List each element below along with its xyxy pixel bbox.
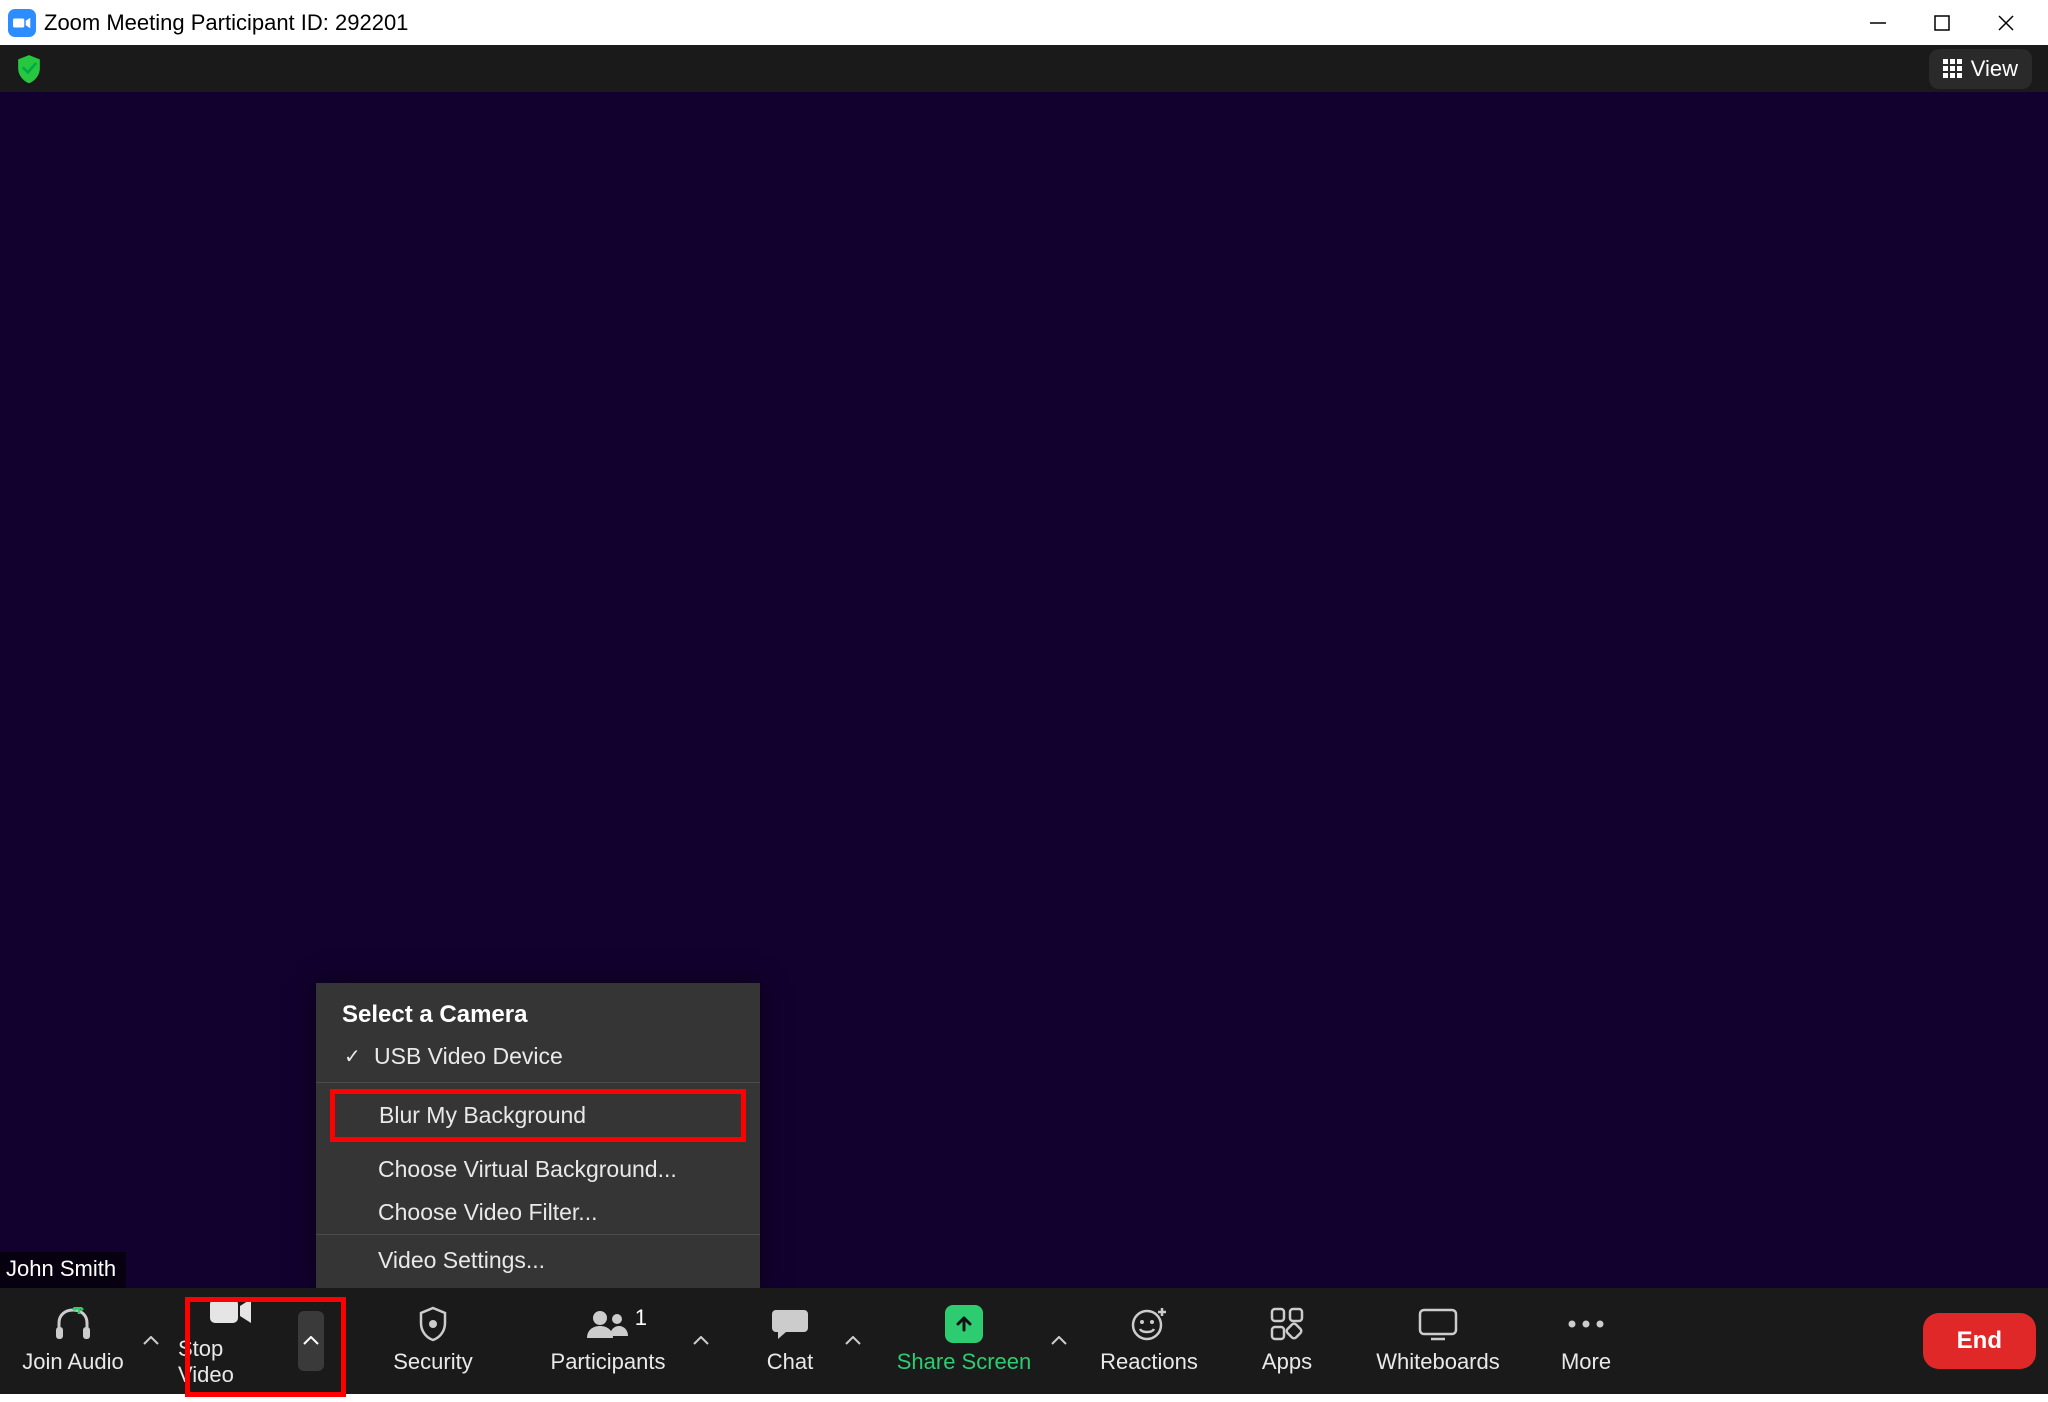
apps-button[interactable]: Apps xyxy=(1232,1288,1342,1394)
video-options-caret[interactable] xyxy=(298,1311,324,1371)
menu-item-video-filter[interactable]: Choose Video Filter... xyxy=(316,1191,760,1234)
participants-options-caret[interactable] xyxy=(688,1311,714,1371)
tooltip-stub xyxy=(373,1394,552,1402)
video-options-menu: Select a Camera USB Video Device Blur My… xyxy=(316,983,760,1288)
chat-label: Chat xyxy=(767,1349,813,1375)
whiteboard-icon xyxy=(1417,1307,1459,1341)
view-button[interactable]: View xyxy=(1929,49,2032,89)
menu-divider xyxy=(316,1082,760,1083)
headphones-icon xyxy=(53,1307,93,1341)
participants-count: 1 xyxy=(635,1305,647,1331)
menu-item-blur-background[interactable]: Blur My Background xyxy=(335,1094,741,1137)
window-title: Zoom Meeting Participant ID: 292201 xyxy=(44,10,408,36)
video-camera-icon xyxy=(209,1294,253,1328)
menu-item-virtual-background[interactable]: Choose Virtual Background... xyxy=(316,1148,760,1191)
app-topbar: View xyxy=(0,45,2048,92)
chat-bubble-icon xyxy=(771,1307,809,1341)
join-audio-label: Join Audio xyxy=(22,1349,124,1375)
video-canvas: John Smith Select a Camera USB Video Dev… xyxy=(0,92,2048,1288)
end-label: End xyxy=(1957,1327,2002,1354)
participants-button[interactable]: 1 Participants xyxy=(528,1288,688,1394)
whiteboards-button[interactable]: Whiteboards xyxy=(1358,1288,1518,1394)
participants-label: Participants xyxy=(551,1349,666,1375)
chat-options-caret[interactable] xyxy=(840,1311,866,1371)
reactions-button[interactable]: Reactions xyxy=(1082,1288,1216,1394)
apps-icon xyxy=(1270,1307,1304,1341)
menu-header-camera: Select a Camera xyxy=(316,987,760,1035)
participants-icon: 1 xyxy=(583,1307,633,1341)
chat-button[interactable]: Chat xyxy=(740,1288,840,1394)
share-screen-label: Share Screen xyxy=(897,1349,1032,1375)
minimize-button[interactable] xyxy=(1868,13,1888,33)
stop-video-button[interactable]: Stop Video xyxy=(164,1288,298,1394)
maximize-button[interactable] xyxy=(1932,13,1952,33)
view-label: View xyxy=(1971,56,2018,82)
more-dots-icon xyxy=(1566,1307,1606,1341)
shield-icon xyxy=(417,1307,449,1341)
meeting-toolbar: Join Audio Stop Video Security 1 Partici… xyxy=(0,1288,2048,1394)
share-screen-button[interactable]: Share Screen xyxy=(882,1288,1046,1394)
apps-label: Apps xyxy=(1262,1349,1312,1375)
zoom-logo-icon xyxy=(8,9,36,37)
close-button[interactable] xyxy=(1996,13,2016,33)
security-label: Security xyxy=(393,1349,472,1375)
security-button[interactable]: Security xyxy=(368,1288,498,1394)
share-screen-icon xyxy=(945,1307,983,1341)
more-button[interactable]: More xyxy=(1534,1288,1638,1394)
reactions-label: Reactions xyxy=(1100,1349,1198,1375)
encryption-shield-icon[interactable] xyxy=(16,54,42,84)
audio-options-caret[interactable] xyxy=(138,1311,164,1371)
smiley-icon xyxy=(1130,1307,1168,1341)
grid-icon xyxy=(1943,59,1963,79)
menu-item-video-settings[interactable]: Video Settings... xyxy=(316,1235,760,1288)
stop-video-label: Stop Video xyxy=(178,1336,284,1388)
participant-name-tag: John Smith xyxy=(0,1252,126,1288)
more-label: More xyxy=(1561,1349,1611,1375)
end-button[interactable]: End xyxy=(1923,1313,2036,1369)
share-options-caret[interactable] xyxy=(1046,1311,1072,1371)
menu-item-camera-device[interactable]: USB Video Device xyxy=(316,1035,760,1078)
highlight-box-blur: Blur My Background xyxy=(330,1089,746,1142)
join-audio-button[interactable]: Join Audio xyxy=(8,1288,138,1394)
window-titlebar: Zoom Meeting Participant ID: 292201 xyxy=(0,0,2048,45)
whiteboards-label: Whiteboards xyxy=(1376,1349,1500,1375)
